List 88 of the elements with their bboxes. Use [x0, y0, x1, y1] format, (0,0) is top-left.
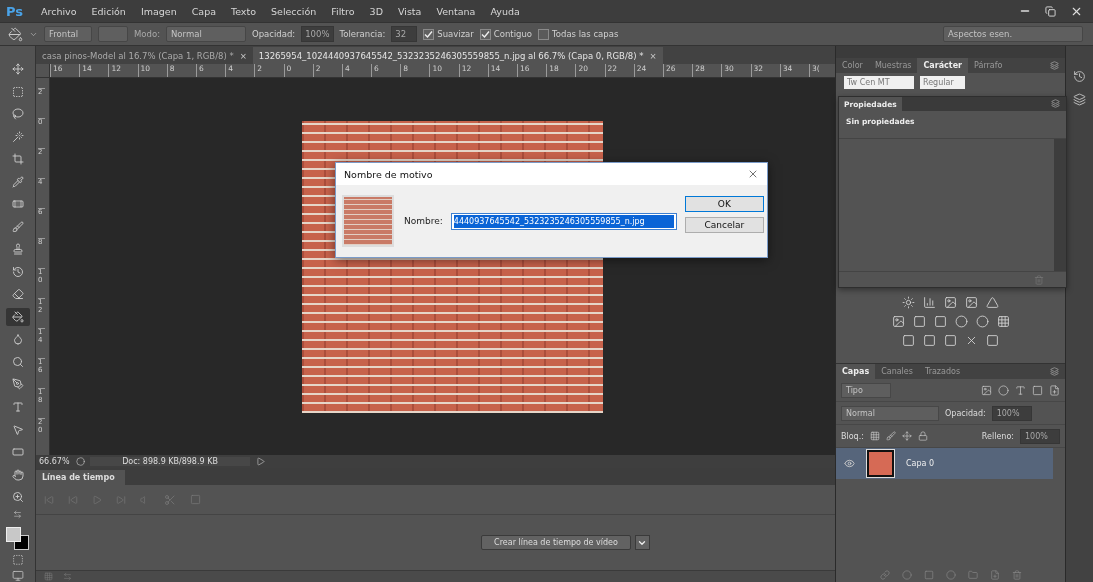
menu-item[interactable]: Archivo: [41, 5, 77, 17]
dropdown-button[interactable]: [634, 535, 650, 550]
grid-icon[interactable]: [996, 315, 1010, 328]
pattern-thumbnail: [342, 195, 394, 247]
smart-object-filter-icon[interactable]: [1049, 384, 1060, 396]
menu-item[interactable]: 3D: [369, 5, 383, 17]
checkbox[interactable]: [538, 28, 550, 40]
fill-source-dropdown[interactable]: Frontal: [44, 26, 92, 42]
lock-brush-icon[interactable]: [885, 431, 896, 441]
checkbox[interactable]: [479, 28, 491, 40]
zoom-level: 66.67%: [38, 457, 70, 466]
panel-tab[interactable]: Carácter: [917, 58, 968, 73]
timeline-tab[interactable]: Línea de tiempo: [36, 470, 125, 485]
checkbox[interactable]: [423, 28, 435, 40]
scrollbar[interactable]: [1054, 139, 1066, 271]
menu-item[interactable]: Vista: [397, 5, 422, 17]
tolerance-label: Tolerancia:: [339, 29, 386, 39]
panel-menu-icon[interactable]: [1050, 61, 1059, 70]
font-family-field[interactable]: Tw Cen MT: [844, 76, 914, 89]
paint-bucket-icon[interactable]: [8, 26, 23, 42]
mode-dropdown[interactable]: Normal: [166, 26, 246, 42]
opacity-label: Opacidad:: [252, 29, 296, 39]
layer-row[interactable]: Capa 0: [836, 448, 1053, 479]
checkbox-label: Contiguo: [493, 29, 533, 39]
document-size: Doc: 898.9 KB/898.9 KB: [90, 457, 250, 466]
opacity-field[interactable]: 100%: [301, 26, 334, 42]
status-icon: [75, 457, 85, 466]
trash-icon[interactable]: [1011, 570, 1022, 580]
levels-icon[interactable]: [923, 296, 936, 309]
quick-mask-icon[interactable]: [11, 554, 24, 567]
lock-pixels-icon[interactable]: [869, 431, 880, 441]
foreground-color-swatch[interactable]: [5, 527, 21, 543]
checkbox-label: Todas las capas: [552, 29, 619, 39]
paint-bucket-tool-icon[interactable]: [5, 307, 30, 327]
layer-name: Capa 0: [906, 459, 935, 468]
menu-item[interactable]: Filtro: [331, 5, 355, 17]
menu-item[interactable]: Capa: [191, 5, 216, 17]
panel-menu-icon[interactable]: [1050, 367, 1059, 376]
panel-tab[interactable]: Capas: [836, 364, 876, 379]
lock-position-icon[interactable]: [901, 431, 912, 441]
panel-menu-icon[interactable]: [1051, 99, 1060, 108]
restore-icon[interactable]: [1045, 5, 1056, 17]
checkbox-label: Suavizar: [437, 29, 474, 39]
font-style-field[interactable]: Regular: [920, 76, 965, 89]
name-input-field[interactable]: 4440937645542_5323235246305559855_n.jpg: [450, 212, 677, 230]
brightness-icon[interactable]: [902, 296, 915, 309]
app-logo: Ps: [6, 3, 25, 19]
menu-item[interactable]: Imagen: [140, 5, 177, 17]
visibility-eye-icon[interactable]: [844, 458, 855, 469]
menu-item[interactable]: Texto: [231, 5, 256, 17]
ok-button[interactable]: OK: [684, 195, 764, 212]
layers-panel-icon[interactable]: [1073, 93, 1086, 106]
cancel-button[interactable]: Cancelar: [684, 216, 764, 233]
screen-mode-icon[interactable]: [11, 570, 24, 582]
gradient-triangle-icon[interactable]: [986, 296, 999, 309]
workspace-dropdown[interactable]: Aspectos esen.: [943, 26, 1083, 42]
tolerance-field[interactable]: 32: [391, 26, 418, 42]
create-timeline-button[interactable]: Crear línea de tiempo de vídeo: [481, 535, 631, 550]
new-layer-icon[interactable]: [989, 570, 1000, 580]
layer-filter-dropdown[interactable]: Tipo: [841, 382, 891, 398]
document-tab-title: 13265954_1024440937645542_5323235246305559855_n.jpg al 66.7% (Capa 0, RGB/8) *: [258, 50, 644, 61]
frames-icon[interactable]: [44, 572, 53, 581]
document-tab-title: casa pinos-Model al 16.7% (Capa 1, RGB/8) *: [42, 50, 234, 61]
opacity-field[interactable]: 100%: [991, 405, 1032, 421]
fill-label: Relleno:: [981, 431, 1014, 441]
name-label: Nombre:: [404, 216, 443, 226]
swap-colors-icon[interactable]: [13, 510, 22, 520]
opacity-label: Opacidad:: [945, 408, 986, 418]
close-icon[interactable]: [747, 168, 759, 180]
menu-item[interactable]: Ayuda: [490, 5, 520, 17]
dialog-title: Nombre de motivo: [344, 168, 433, 180]
type-filter-icon[interactable]: [1015, 384, 1026, 396]
folder-icon[interactable]: [967, 570, 978, 580]
image-filter-icon[interactable]: [981, 384, 992, 396]
menu-item[interactable]: Selección: [271, 5, 317, 17]
tab-close-button[interactable]: ×: [239, 50, 247, 61]
play-icon[interactable]: [255, 457, 265, 466]
blend-mode-dropdown[interactable]: Normal: [841, 405, 939, 421]
tab-close-button[interactable]: ×: [649, 50, 657, 61]
menu-item[interactable]: Ventana: [436, 5, 476, 17]
lock-icon[interactable]: [917, 431, 928, 441]
menu-item[interactable]: Edición: [91, 5, 126, 17]
fill-field[interactable]: 100%: [1020, 428, 1060, 444]
history-panel-icon[interactable]: [1073, 70, 1086, 83]
lock-label: Bloq.:: [841, 431, 864, 441]
layer-thumbnail: [867, 450, 894, 477]
document-tab[interactable]: 13265954_1024440937645542_5323235246305559855_n.jpg al 66.7% (Capa 0, RGB/8) * ×: [252, 47, 663, 64]
mode-label: Modo:: [134, 29, 160, 39]
